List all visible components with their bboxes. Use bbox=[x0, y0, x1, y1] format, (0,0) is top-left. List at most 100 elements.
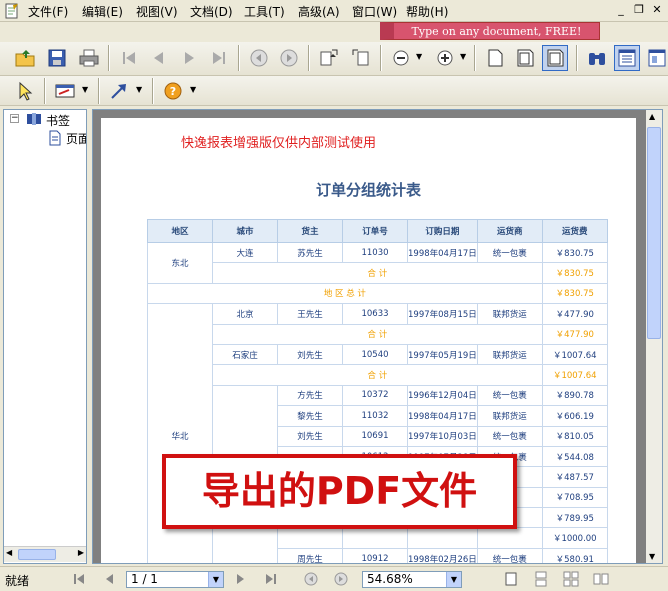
table-cell: 黎先生 bbox=[277, 405, 343, 427]
rotate-cw-button[interactable] bbox=[316, 45, 342, 71]
tree-item-page[interactable]: 页面 bbox=[66, 130, 86, 147]
table-cell: ￥830.75 bbox=[541, 241, 608, 264]
page-number-input[interactable]: 1 / 1 ▼ bbox=[126, 571, 224, 588]
zoom-dropdown-icon[interactable]: ▼ bbox=[446, 572, 461, 587]
table-cell: ￥708.95 bbox=[541, 486, 608, 509]
tree-item-bookmarks[interactable]: 书签 bbox=[46, 112, 70, 129]
two-page-icon[interactable] bbox=[593, 571, 609, 587]
forward-circle-icon[interactable] bbox=[333, 571, 349, 587]
continuous-page-icon[interactable] bbox=[533, 571, 549, 587]
promo-banner[interactable]: Type on any document, FREE! bbox=[380, 22, 600, 40]
rotate-page-icon bbox=[320, 49, 338, 66]
help-button[interactable]: ? bbox=[160, 78, 186, 104]
menu-advanced[interactable]: 高级(A) bbox=[298, 3, 340, 20]
back-button[interactable] bbox=[246, 45, 272, 71]
select-tool-button[interactable] bbox=[12, 78, 38, 104]
report-title: 订单分组统计表 bbox=[315, 181, 421, 199]
table-cell: 统一包裹 bbox=[476, 384, 543, 407]
next-page-icon[interactable] bbox=[234, 572, 248, 586]
fit-page-button[interactable] bbox=[542, 45, 568, 71]
scroll-right-icon[interactable]: ▶ bbox=[78, 548, 84, 557]
scroll-left-icon[interactable]: ◀ bbox=[6, 548, 12, 557]
prev-page-button[interactable] bbox=[146, 45, 172, 71]
table-cell: 10540 bbox=[342, 343, 408, 366]
zoom-out-dropdown-icon[interactable]: ▼ bbox=[416, 52, 422, 61]
zoom-out-button[interactable] bbox=[388, 45, 414, 71]
facing-pages-icon[interactable] bbox=[563, 571, 579, 587]
collapse-icon[interactable]: − bbox=[10, 114, 19, 123]
vertical-scrollbar[interactable]: ▲ ▼ bbox=[646, 110, 662, 563]
table-row: 石家庄 刘先生 10540 1997年05月19日 联邦货运 ￥1007.64 bbox=[148, 343, 608, 366]
table-cell: ￥830.75 bbox=[541, 262, 608, 284]
table-cell: 地 区 总 计 bbox=[147, 282, 543, 305]
menu-tools[interactable]: 工具(T) bbox=[244, 3, 285, 20]
table-row: 华北 北京 王先生 10633 1997年08月15日 联邦货运 ￥477.90 bbox=[147, 303, 608, 563]
menu-file[interactable]: 文件(F) bbox=[28, 3, 68, 20]
table-cell: ￥606.19 bbox=[541, 405, 608, 427]
table-cell: 联邦货运 bbox=[476, 405, 543, 427]
first-page-button[interactable] bbox=[116, 45, 142, 71]
fit-width-button[interactable] bbox=[512, 45, 538, 71]
table-cell: 刘先生 bbox=[277, 343, 343, 366]
toolbar-separator bbox=[98, 78, 100, 104]
link-dropdown-icon[interactable]: ▼ bbox=[136, 85, 142, 94]
toolbar-separator bbox=[44, 78, 46, 104]
column-header: 城市 bbox=[212, 219, 278, 243]
forward-circle-icon bbox=[280, 49, 298, 67]
table-cell: 1996年12月04日 bbox=[407, 384, 478, 407]
open-button[interactable] bbox=[12, 45, 38, 71]
link-tool-button[interactable] bbox=[106, 78, 132, 104]
bookmarks-icon bbox=[27, 113, 41, 125]
sidebar-horizontal-scrollbar[interactable]: ◀ ▶ bbox=[4, 546, 86, 562]
next-page-icon bbox=[185, 52, 194, 64]
restore-icon[interactable]: ❐ bbox=[632, 3, 646, 16]
main-toolbar: ▼ ▼ bbox=[0, 42, 668, 76]
printer-icon bbox=[79, 49, 99, 67]
minimize-icon[interactable]: _ bbox=[614, 3, 628, 16]
last-page-button[interactable] bbox=[206, 45, 232, 71]
table-row: 方先生 10372 1996年12月04日 统一包裹 ￥890.78 bbox=[148, 384, 608, 563]
annotate-dropdown-icon[interactable]: ▼ bbox=[82, 85, 88, 94]
column-header: 货主 bbox=[277, 219, 343, 243]
zoom-in-dropdown-icon[interactable]: ▼ bbox=[460, 52, 466, 61]
table-cell: 1998年02月26日 bbox=[407, 547, 478, 563]
print-button[interactable] bbox=[76, 45, 102, 71]
menu-window[interactable]: 窗口(W) bbox=[352, 3, 397, 20]
next-page-button[interactable] bbox=[176, 45, 202, 71]
prev-page-icon[interactable] bbox=[102, 572, 116, 586]
first-page-icon[interactable] bbox=[72, 572, 86, 586]
zoom-in-button[interactable] bbox=[432, 45, 458, 71]
last-page-icon[interactable] bbox=[264, 572, 278, 586]
save-button[interactable] bbox=[44, 45, 70, 71]
scroll-thumb[interactable] bbox=[647, 127, 661, 339]
table-cell: 1997年08月15日 bbox=[407, 303, 478, 325]
help-dropdown-icon[interactable]: ▼ bbox=[190, 85, 196, 94]
menu-view[interactable]: 视图(V) bbox=[136, 3, 178, 20]
close-icon[interactable]: ✕ bbox=[650, 3, 664, 16]
single-page-icon[interactable] bbox=[503, 571, 519, 587]
menu-document[interactable]: 文档(D) bbox=[190, 3, 233, 20]
actual-size-button[interactable] bbox=[482, 45, 508, 71]
annotate-button[interactable] bbox=[52, 78, 78, 104]
back-circle-icon[interactable] bbox=[303, 571, 319, 587]
table-cell: 10633 bbox=[342, 303, 408, 325]
table-cell: 1997年10月03日 bbox=[407, 425, 478, 447]
list-view-button[interactable] bbox=[614, 45, 640, 71]
find-button[interactable] bbox=[584, 45, 610, 71]
table-cell bbox=[407, 527, 478, 549]
scroll-down-icon[interactable]: ▼ bbox=[649, 552, 655, 561]
page-dropdown-icon[interactable]: ▼ bbox=[208, 572, 223, 587]
table-row: 东北 大连 苏先生 11030 1998年04月17日 统一包裹 ￥830.75 bbox=[147, 241, 608, 284]
menu-help[interactable]: 帮助(H) bbox=[406, 3, 448, 20]
scroll-thumb[interactable] bbox=[18, 549, 56, 560]
scroll-up-icon[interactable]: ▲ bbox=[649, 112, 655, 121]
table-cell: 北京 bbox=[212, 303, 278, 325]
rotate-ccw-button[interactable] bbox=[348, 45, 374, 71]
zoom-select[interactable]: 54.68% ▼ bbox=[362, 571, 462, 588]
table-cell: 苏先生 bbox=[277, 241, 343, 264]
menu-edit[interactable]: 编辑(E) bbox=[82, 3, 123, 20]
toolbar-separator bbox=[238, 45, 240, 71]
forward-button[interactable] bbox=[276, 45, 302, 71]
window-view-button[interactable] bbox=[644, 45, 668, 71]
table-cell: ￥890.78 bbox=[541, 384, 608, 407]
